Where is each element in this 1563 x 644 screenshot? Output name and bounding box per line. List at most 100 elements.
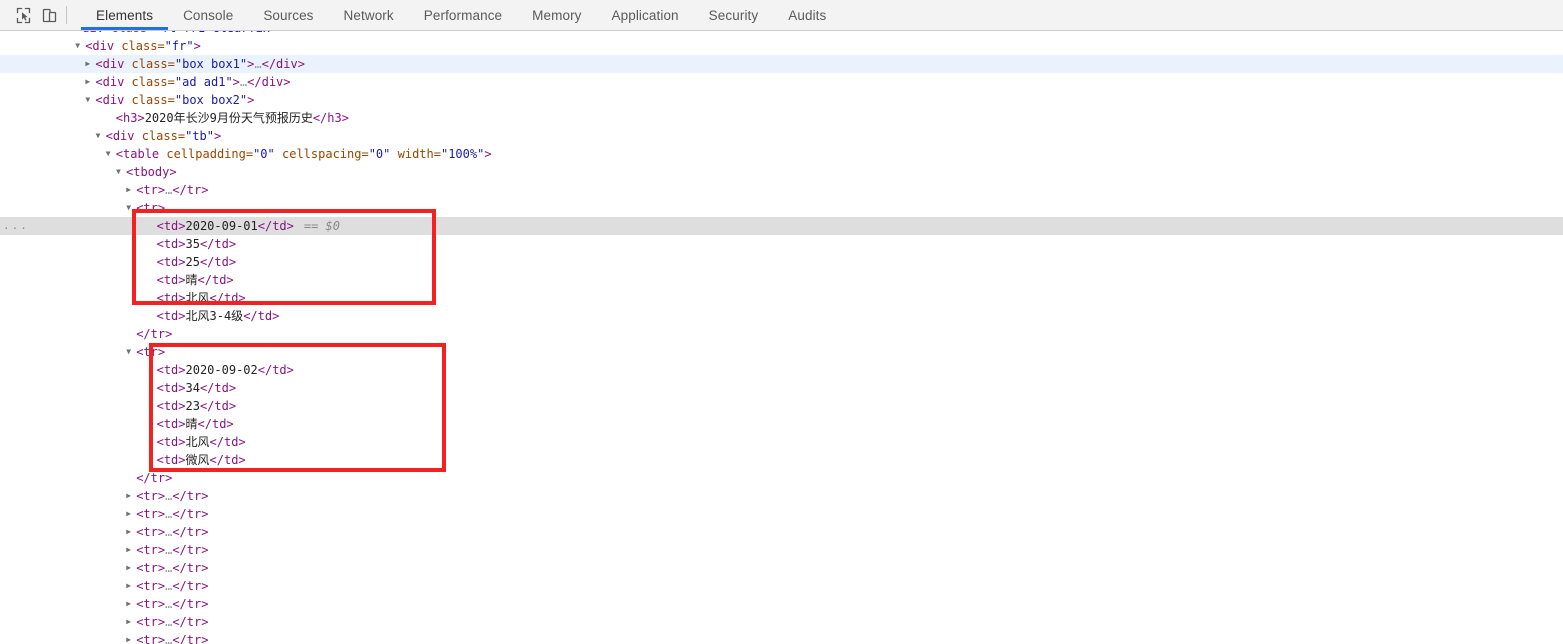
token-pn: </td> (199, 381, 237, 395)
chevron-down-icon[interactable] (75, 37, 85, 55)
dom-node-row[interactable]: <td>23</td> (0, 397, 1563, 415)
chevron-right-icon[interactable] (85, 73, 95, 91)
dom-tree-panel[interactable]: <div class="fl fr1 clearfix"><div class=… (0, 31, 1563, 644)
dom-node-markup: <tr>…</tr> (136, 595, 208, 613)
chevron-down-icon[interactable] (85, 91, 95, 109)
dom-node-row[interactable]: <tr>…</tr> (0, 523, 1563, 541)
dom-node-row[interactable]: <div class="box box2"> (0, 91, 1563, 109)
token-tx: 晴 (185, 273, 198, 287)
token-pn: <div (105, 129, 142, 143)
dom-node-row[interactable]: <div class="box box1">…</div> (0, 55, 1563, 73)
dom-node-row[interactable]: <tr>…</tr> (0, 613, 1563, 631)
chevron-right-icon[interactable] (126, 631, 136, 644)
dom-node-row[interactable]: <td>微风</td> (0, 451, 1563, 469)
token-pn: <tbody> (126, 165, 177, 179)
dom-node-row[interactable]: </tr> (0, 325, 1563, 343)
chevron-right-icon[interactable] (126, 181, 136, 199)
dom-node-row[interactable]: <td>北风3-4级</td> (0, 307, 1563, 325)
chevron-down-icon[interactable] (126, 199, 136, 217)
token-pn: </td> (243, 309, 280, 323)
token-tx: 北风 (185, 435, 210, 449)
chevron-down-icon[interactable] (126, 343, 136, 361)
tab-elements[interactable]: Elements (81, 0, 169, 30)
dom-node-row[interactable]: </tr> (0, 469, 1563, 487)
dom-node-row[interactable]: <div class="fr"> (0, 37, 1563, 55)
chevron-right-icon[interactable] (126, 487, 136, 505)
device-toolbar-icon[interactable] (36, 2, 62, 28)
dom-node-row[interactable]: <td>北风</td> (0, 433, 1563, 451)
dom-node-row[interactable]: <div class="tb"> (0, 127, 1563, 145)
dom-node-row[interactable]: <tr>…</tr> (0, 559, 1563, 577)
token-pn: </td> (209, 453, 246, 467)
token-pn: </div> (247, 75, 291, 89)
tab-audits[interactable]: Audits (773, 0, 841, 30)
chevron-right-icon[interactable] (126, 559, 136, 577)
token-pn: <td> (156, 417, 186, 431)
token-pn: <tr> (136, 507, 166, 521)
chevron-right-icon[interactable] (126, 595, 136, 613)
dom-node-row[interactable]: <tr>…</tr> (0, 541, 1563, 559)
dom-node-row[interactable]: <td>晴</td> (0, 271, 1563, 289)
token-pn: <tr> (136, 561, 166, 575)
dom-node-row[interactable]: <td>34</td> (0, 379, 1563, 397)
dom-node-markup: <td>晴</td> (157, 415, 234, 433)
chevron-right-icon[interactable] (126, 505, 136, 523)
tab-network[interactable]: Network (329, 0, 409, 30)
dom-node-row[interactable]: <tr>…</tr> (0, 595, 1563, 613)
chevron-down-icon[interactable] (116, 163, 126, 181)
tab-security[interactable]: Security (694, 0, 774, 30)
token-pn: <tr> (136, 183, 166, 197)
dom-node-row[interactable]: <td>北风</td> (0, 289, 1563, 307)
dom-node-row[interactable]: <div class="ad ad1">…</div> (0, 73, 1563, 91)
dom-node-row[interactable]: <tr>…</tr> (0, 505, 1563, 523)
dom-node-markup: </tr> (136, 325, 172, 343)
dom-node-markup: <tr>…</tr> (136, 487, 208, 505)
dom-node-row[interactable]: <td>晴</td> (0, 415, 1563, 433)
token-pn: <td> (156, 453, 186, 467)
tab-console[interactable]: Console (168, 0, 248, 30)
dom-node-row[interactable]: <tbody> (0, 163, 1563, 181)
dom-node-row[interactable]: <tr>…</tr> (0, 577, 1563, 595)
dom-node-markup: <td>34</td> (157, 379, 236, 397)
dom-node-row[interactable]: <tr> (0, 199, 1563, 217)
tab-memory[interactable]: Memory (517, 0, 596, 30)
dom-node-row[interactable]: <h3>2020年长沙9月份天气预报历史</h3> (0, 109, 1563, 127)
dom-node-markup: <div class="ad ad1">…</div> (95, 73, 290, 91)
token-pn: > (277, 31, 284, 35)
token-pn: <div (95, 75, 132, 89)
token-pn: <tr> (136, 345, 166, 359)
token-at: cellpadding= (166, 147, 254, 161)
inspect-element-icon[interactable] (10, 2, 36, 28)
chevron-down-icon[interactable] (96, 127, 106, 145)
token-tx: 北风 (185, 291, 210, 305)
tab-performance[interactable]: Performance (409, 0, 517, 30)
token-pn: <tr> (136, 525, 166, 539)
chevron-right-icon[interactable] (126, 577, 136, 595)
dom-node-row[interactable]: <td>2020-09-02</td> (0, 361, 1563, 379)
token-pn: <div (95, 57, 132, 71)
chevron-right-icon[interactable] (126, 541, 136, 559)
dom-node-row[interactable]: <table cellpadding="0" cellspacing="0" w… (0, 145, 1563, 163)
token-pn (275, 147, 282, 161)
token-pn: <tr> (136, 597, 166, 611)
chevron-right-icon[interactable] (126, 523, 136, 541)
token-tx: 23 (185, 399, 200, 413)
dom-node-row[interactable]: <td>25</td> (0, 253, 1563, 271)
dom-node-row[interactable]: <td>2020-09-01</td> == $0... (0, 217, 1563, 235)
dom-node-row[interactable]: <tr>…</tr> (0, 631, 1563, 644)
token-av: "fl fr1 clearfix" (154, 31, 277, 35)
dom-node-row[interactable]: <td>35</td> (0, 235, 1563, 253)
token-pn: </td> (257, 363, 294, 377)
token-pn: > (232, 75, 240, 89)
chevron-right-icon[interactable] (85, 55, 95, 73)
tab-application[interactable]: Application (597, 0, 694, 30)
chevron-down-icon[interactable] (106, 145, 116, 163)
chevron-right-icon[interactable] (126, 613, 136, 631)
dom-node-markup: <tbody> (126, 163, 177, 181)
node-overflow-button[interactable]: ... (3, 217, 29, 235)
dom-node-row[interactable]: <tr> (0, 343, 1563, 361)
dom-node-row[interactable]: <tr>…</tr> (0, 487, 1563, 505)
token-pn: </td> (209, 435, 246, 449)
tab-sources[interactable]: Sources (248, 0, 328, 30)
dom-node-row[interactable]: <tr>…</tr> (0, 181, 1563, 199)
